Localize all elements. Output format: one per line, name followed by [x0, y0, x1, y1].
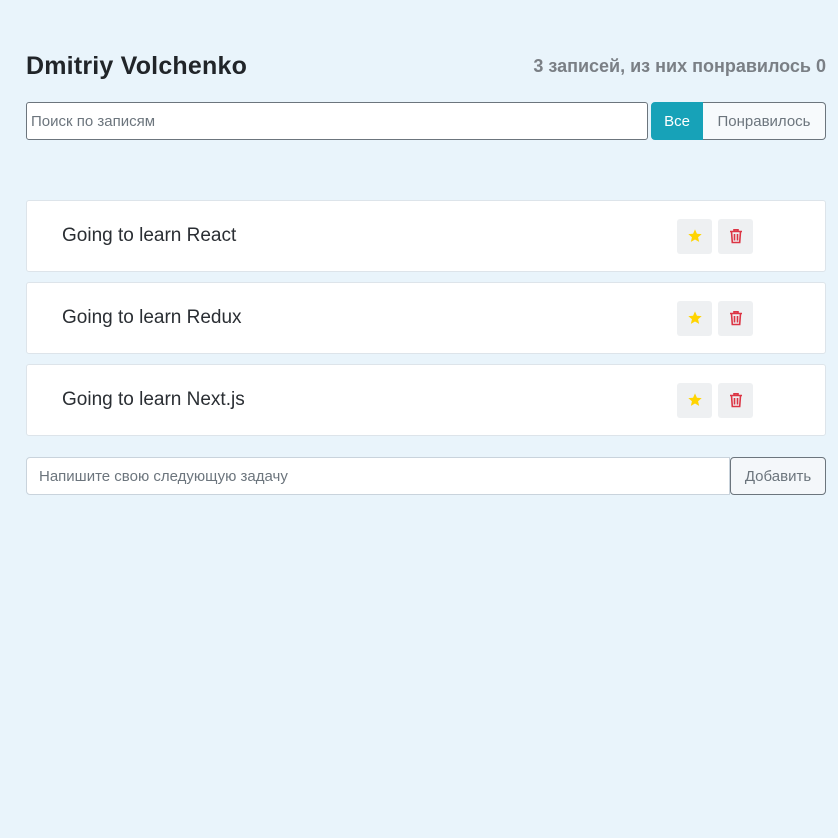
- like-button[interactable]: [677, 218, 712, 254]
- filter-all-button[interactable]: Все: [651, 102, 703, 140]
- task-list: Going to learn React Going to learn Redu…: [26, 200, 826, 446]
- task-actions: [677, 218, 753, 254]
- task-actions: [677, 300, 753, 336]
- trash-icon: [729, 310, 743, 326]
- user-name: Dmitriy Volchenko: [26, 51, 248, 80]
- add-task-button[interactable]: Добавить: [730, 457, 826, 495]
- delete-button[interactable]: [718, 218, 753, 254]
- search-input[interactable]: [26, 102, 648, 140]
- records-stats: 3 записей, из них понравилось 0: [533, 55, 826, 76]
- star-icon: [687, 310, 703, 326]
- task-label[interactable]: Going to learn React: [62, 225, 236, 247]
- app-header: Dmitriy Volchenko 3 записей, из них понр…: [26, 48, 826, 84]
- task-actions: [677, 382, 753, 418]
- like-button[interactable]: [677, 300, 712, 336]
- new-task-input[interactable]: [26, 457, 730, 495]
- delete-button[interactable]: [718, 300, 753, 336]
- like-button[interactable]: [677, 382, 712, 418]
- delete-button[interactable]: [718, 382, 753, 418]
- add-task-form: Добавить: [26, 457, 826, 495]
- trash-icon: [729, 228, 743, 244]
- trash-icon: [729, 392, 743, 408]
- task-label[interactable]: Going to learn Next.js: [62, 389, 245, 411]
- filter-liked-button[interactable]: Понравилось: [703, 102, 826, 140]
- filter-button-group: Все Понравилось: [651, 102, 826, 140]
- star-icon: [687, 228, 703, 244]
- list-item: Going to learn Next.js: [26, 364, 826, 436]
- task-label[interactable]: Going to learn Redux: [62, 307, 242, 329]
- list-item: Going to learn Redux: [26, 282, 826, 354]
- search-panel: Все Понравилось: [26, 102, 826, 140]
- star-icon: [687, 392, 703, 408]
- list-item: Going to learn React: [26, 200, 826, 272]
